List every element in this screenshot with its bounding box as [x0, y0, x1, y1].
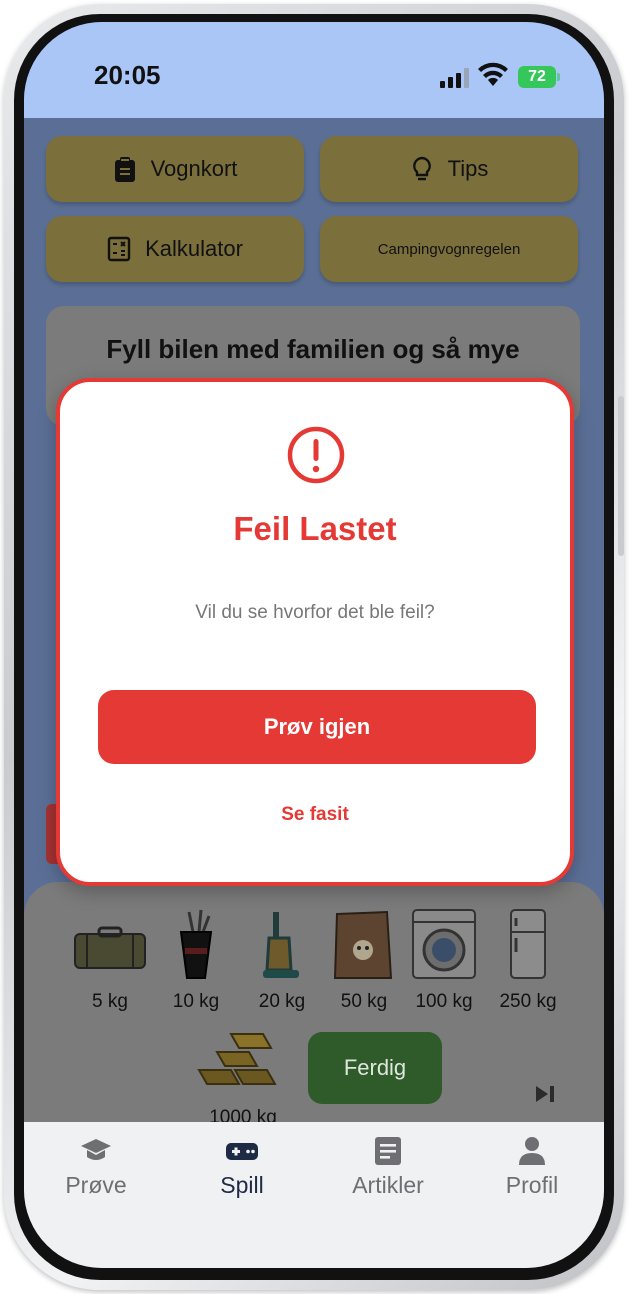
calculator-icon	[107, 236, 131, 262]
done-button[interactable]: Ferdig	[308, 1032, 442, 1104]
golf-bag-icon	[179, 909, 213, 979]
item-dog-food[interactable]: 50 kg	[324, 908, 404, 1013]
article-icon	[375, 1137, 401, 1165]
washing-machine-icon	[412, 909, 476, 979]
suitcase-icon	[74, 926, 146, 969]
screen: 20:05 72 Vognkort Tips Kalkulator Campin…	[24, 22, 604, 1268]
item-golf-bag-label: 10 kg	[172, 991, 220, 1012]
vognkort-button[interactable]: Vognkort	[46, 136, 304, 202]
item-washing-machine-label: 100 kg	[415, 991, 473, 1012]
item-refrigerator[interactable]: 250 kg	[488, 908, 568, 1013]
alert-circle-icon	[287, 426, 345, 484]
phone-frame: 20:05 72 Vognkort Tips Kalkulator Campin…	[4, 4, 624, 1290]
item-suitcase[interactable]: 5 kg	[70, 908, 150, 1013]
tab-artikler[interactable]: Artikler	[328, 1136, 448, 1199]
item-suitcase-label: 5 kg	[92, 991, 128, 1012]
tab-artikler-label: Artikler	[352, 1172, 424, 1198]
tab-prove-label: Prøve	[65, 1172, 127, 1198]
gold-bars-icon	[197, 1033, 277, 1085]
kalkulator-label: Kalkulator	[145, 236, 243, 261]
wifi-icon	[478, 62, 508, 86]
show-answer-link[interactable]: Se fasit	[60, 804, 570, 826]
tab-prove[interactable]: Prøve	[36, 1136, 156, 1199]
graduation-cap-icon	[81, 1139, 111, 1160]
tab-profil-label: Profil	[505, 1172, 559, 1198]
kalkulator-button[interactable]: Kalkulator	[46, 216, 304, 282]
tips-label: Tips	[447, 156, 489, 181]
campingvognregelen-button[interactable]: Campingvognregelen	[320, 216, 578, 282]
battery-indicator: 72	[518, 66, 560, 88]
vacuum-cleaner-icon	[263, 912, 299, 978]
lightbulb-icon	[412, 156, 431, 181]
item-dog-food-label: 50 kg	[340, 991, 388, 1012]
tips-button[interactable]: Tips	[320, 136, 578, 202]
error-dialog: Feil Lastet Vil du se hvorfor det ble fe…	[56, 378, 574, 886]
tab-profil[interactable]: Profil	[472, 1136, 592, 1199]
item-refrigerator-label: 250 kg	[499, 991, 557, 1012]
campingvognregelen-label: Campingvognregelen	[377, 240, 521, 258]
dialog-message: Vil du se hvorfor det ble feil?	[195, 602, 435, 623]
refrigerator-icon	[510, 909, 546, 979]
status-bar: 20:05 72	[24, 22, 604, 118]
item-vacuum[interactable]: 20 kg	[242, 908, 322, 1013]
skip-forward-icon[interactable]	[534, 1084, 556, 1104]
gamepad-icon	[226, 1143, 258, 1160]
dialog-title: Feil Lastet	[233, 510, 397, 547]
side-button	[618, 396, 624, 556]
dog-food-bag-icon	[333, 910, 393, 979]
person-icon	[519, 1137, 545, 1165]
phone-bezel: 20:05 72 Vognkort Tips Kalkulator Campin…	[14, 14, 614, 1280]
status-time: 20:05	[94, 60, 161, 90]
vognkort-label: Vognkort	[150, 156, 238, 181]
cellular-signal-icon	[440, 68, 469, 88]
tab-spill-label: Spill	[220, 1172, 264, 1198]
tab-bar: Prøve Spill Artikler Profil	[24, 1122, 604, 1268]
clipboard-icon	[114, 157, 135, 182]
question-text: Fyll bilen med familien og så mye	[106, 334, 520, 364]
retry-button[interactable]: Prøv igjen	[98, 690, 536, 764]
item-vacuum-label: 20 kg	[258, 991, 306, 1012]
item-washing-machine[interactable]: 100 kg	[404, 908, 484, 1013]
item-gold-bars[interactable]: 1000 kg	[188, 1024, 298, 1129]
tab-spill[interactable]: Spill	[182, 1136, 302, 1199]
item-golf-bag[interactable]: 10 kg	[156, 908, 236, 1013]
